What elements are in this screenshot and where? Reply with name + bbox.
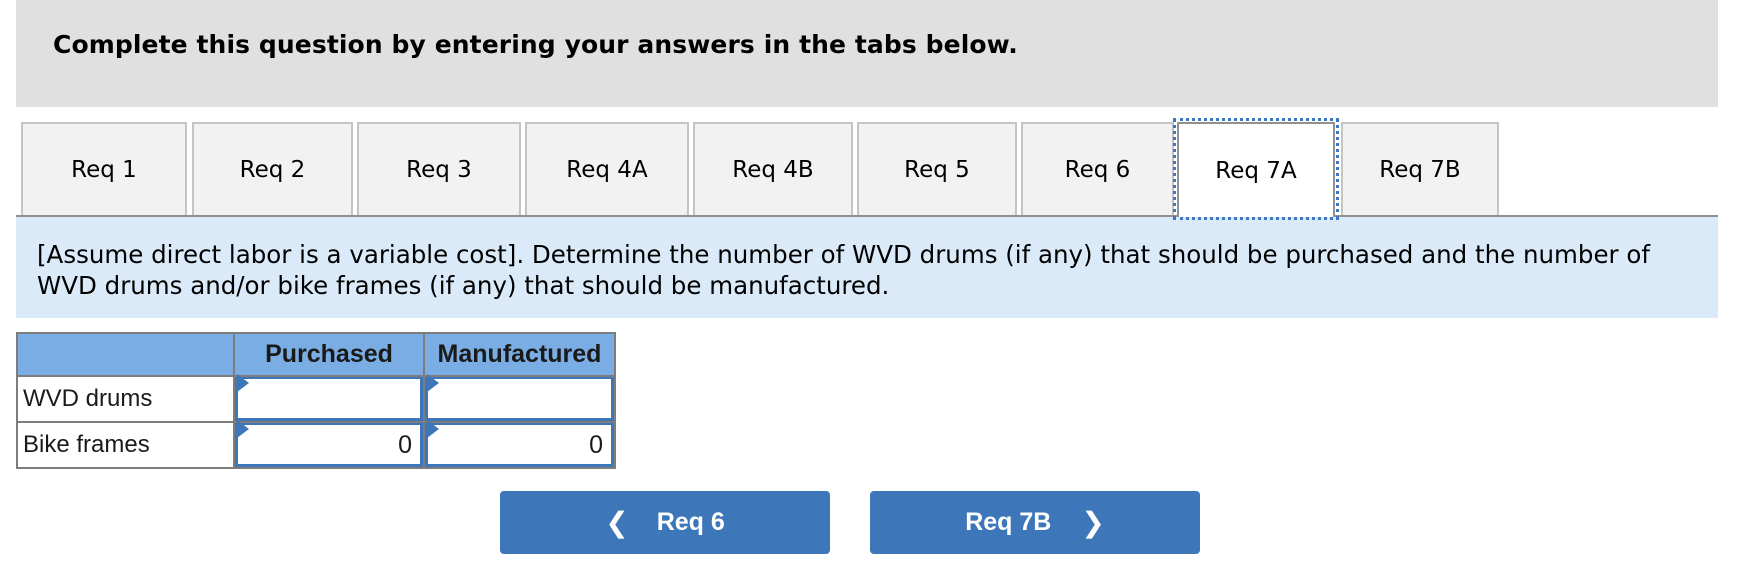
cell-bike-frames-purchased xyxy=(233,420,425,469)
wvd-drums-manufactured-input[interactable] xyxy=(425,377,614,421)
header-title: Complete this question by entering your … xyxy=(53,30,1018,59)
input-marker-icon xyxy=(237,374,249,392)
table-row: Bike frames xyxy=(16,420,616,469)
tab-req-4a[interactable]: Req 4A xyxy=(525,122,689,215)
table-header-row: Purchased Manufactured xyxy=(16,332,616,377)
tab-req-7a[interactable]: Req 7A xyxy=(1173,118,1339,220)
input-marker-icon xyxy=(427,420,439,438)
cell-wvd-drums-manufactured xyxy=(423,374,616,423)
tab-req-1[interactable]: Req 1 xyxy=(21,122,187,215)
bike-frames-purchased-input[interactable] xyxy=(235,423,423,467)
tab-req-7b[interactable]: Req 7B xyxy=(1341,122,1499,215)
column-header-purchased: Purchased xyxy=(233,332,425,377)
prev-req-6-button[interactable]: ❮ Req 6 xyxy=(500,491,830,554)
wvd-drums-purchased-input[interactable] xyxy=(235,377,423,421)
column-header-manufactured: Manufactured xyxy=(423,332,616,377)
chevron-left-icon: ❮ xyxy=(605,506,629,539)
cell-wvd-drums-purchased xyxy=(233,374,425,423)
chevron-right-icon: ❯ xyxy=(1081,506,1105,539)
instructions-text: [Assume direct labor is a variable cost]… xyxy=(37,240,1651,300)
prev-button-label: Req 6 xyxy=(656,508,725,536)
requirement-tabs: Req 1 Req 2 Req 3 Req 4A Req 4B Req 5 Re… xyxy=(16,118,1718,220)
tab-req-2[interactable]: Req 2 xyxy=(192,122,353,215)
tab-req-6[interactable]: Req 6 xyxy=(1021,122,1174,215)
input-marker-icon xyxy=(237,420,249,438)
cell-bike-frames-manufactured xyxy=(423,420,616,469)
bike-frames-manufactured-input[interactable] xyxy=(425,423,614,467)
tab-req-3[interactable]: Req 3 xyxy=(357,122,521,215)
tab-req-5[interactable]: Req 5 xyxy=(857,122,1017,215)
answer-table: Purchased Manufactured WVD drums Bike fr… xyxy=(16,332,616,469)
column-header-blank xyxy=(16,332,235,377)
next-button-label: Req 7B xyxy=(965,508,1052,536)
question-header: Complete this question by entering your … xyxy=(16,0,1718,107)
instructions-panel: [Assume direct labor is a variable cost]… xyxy=(16,217,1718,318)
input-marker-icon xyxy=(427,374,439,392)
next-req-7b-button[interactable]: Req 7B ❯ xyxy=(870,491,1200,554)
row-label-wvd-drums: WVD drums xyxy=(16,375,235,423)
table-row: WVD drums xyxy=(16,374,616,423)
row-label-bike-frames: Bike frames xyxy=(16,421,235,469)
tab-req-4b[interactable]: Req 4B xyxy=(693,122,853,215)
